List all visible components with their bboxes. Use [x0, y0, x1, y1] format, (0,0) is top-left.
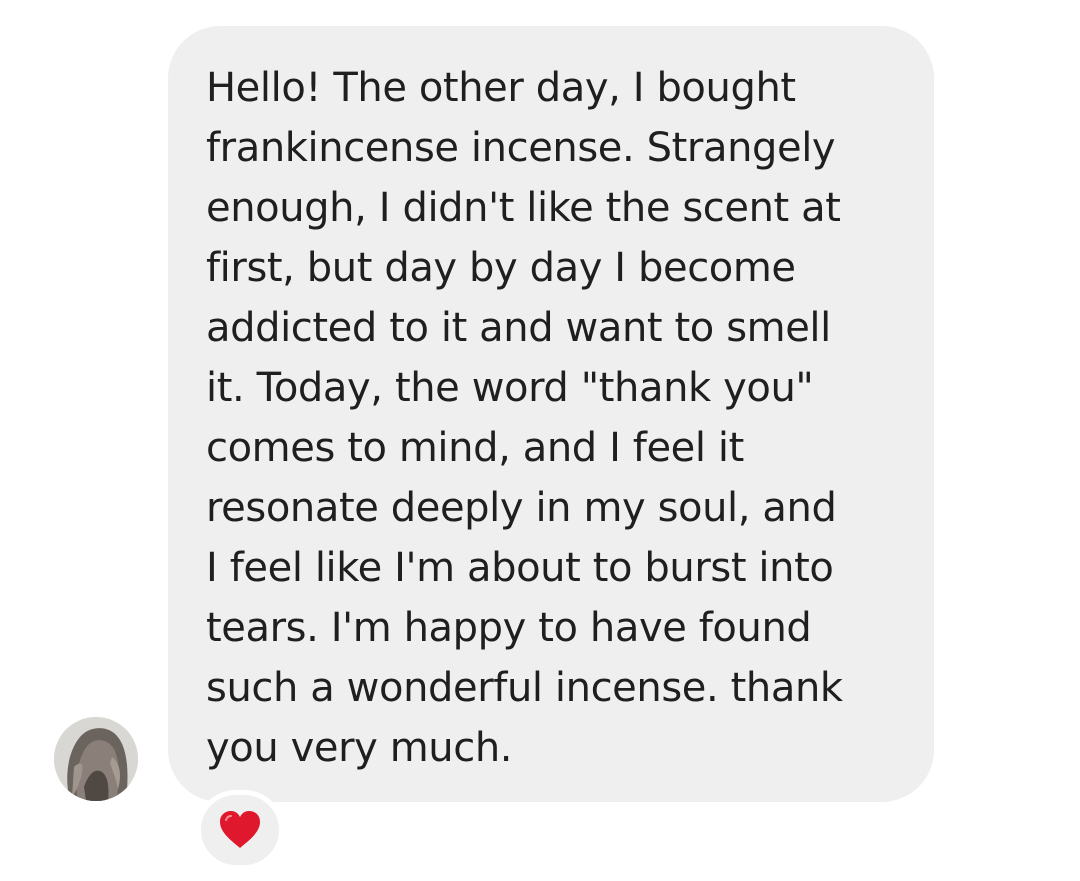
avatar-photo: [54, 717, 138, 801]
message-bubble[interactable]: Hello! The other day, I bought frankince…: [168, 26, 934, 802]
reaction-badge[interactable]: [196, 790, 284, 870]
message-thread: Hello! The other day, I bought frankince…: [0, 0, 1080, 881]
heart-icon: [220, 811, 260, 848]
message-text: Hello! The other day, I bought frankince…: [206, 65, 843, 771]
avatar[interactable]: [54, 717, 138, 801]
